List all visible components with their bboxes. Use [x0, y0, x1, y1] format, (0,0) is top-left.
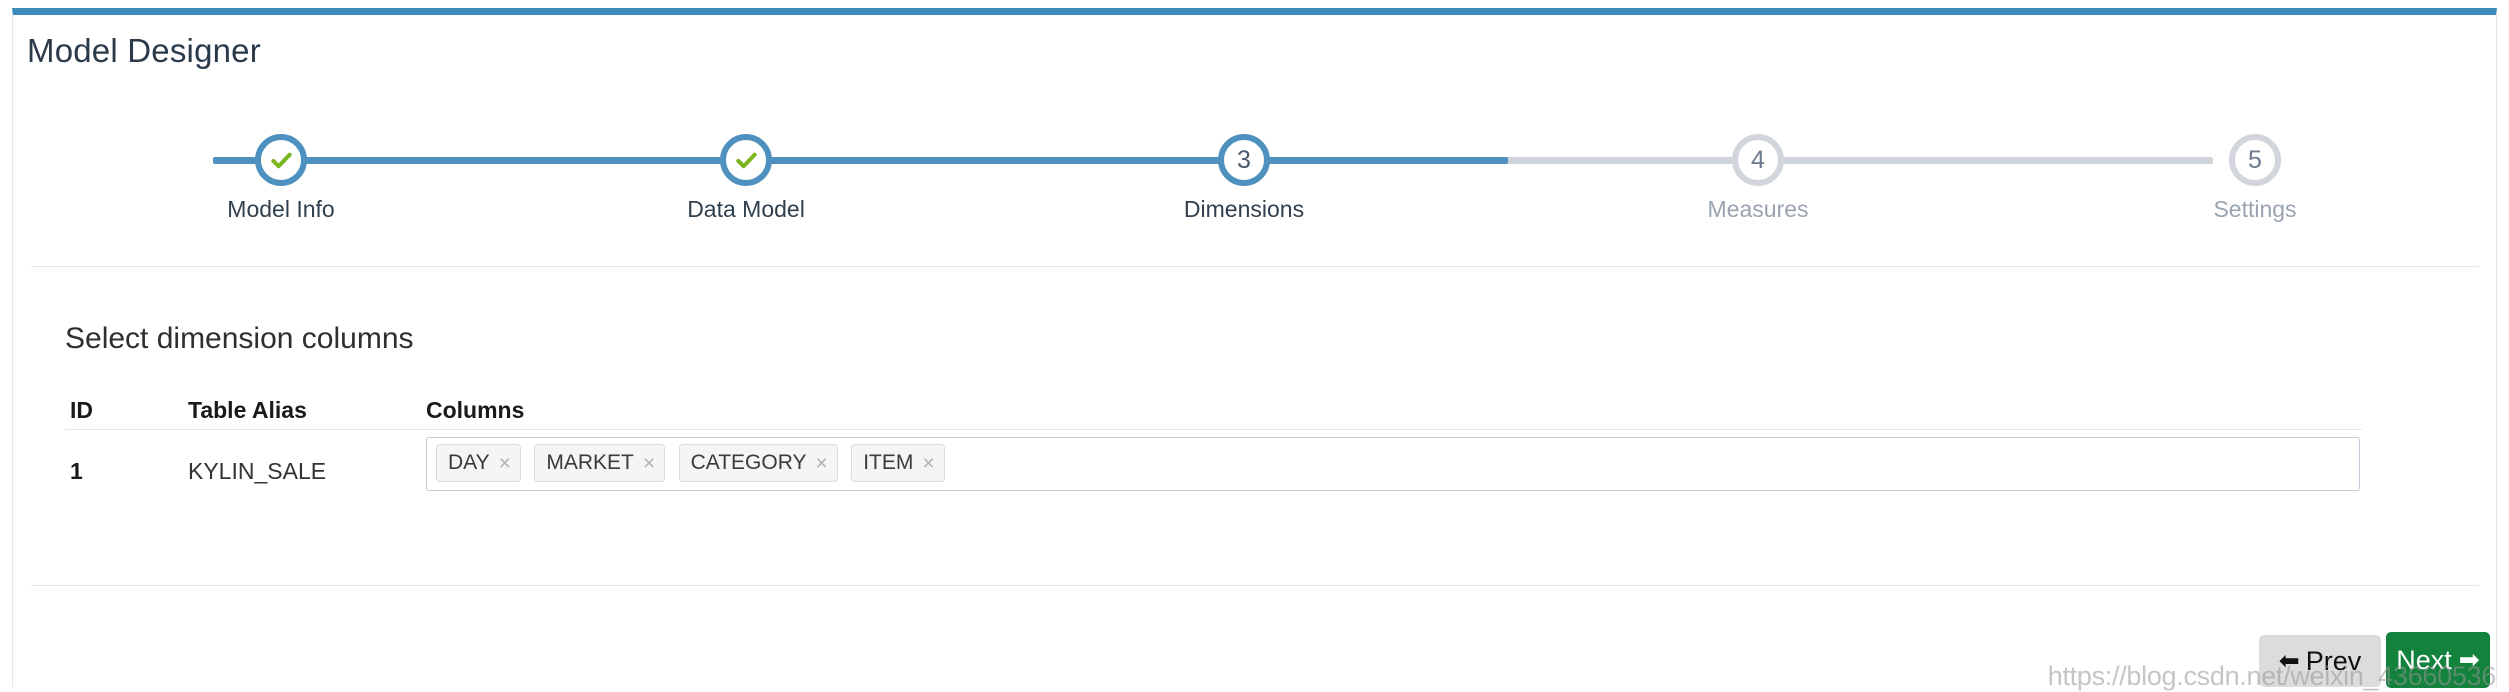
check-icon	[270, 152, 292, 168]
tag-chip[interactable]: DAY ×	[436, 444, 521, 482]
tag-chip[interactable]: ITEM ×	[851, 444, 945, 482]
step-label-3: Dimensions	[1183, 196, 1305, 222]
step-label-1: Model Info	[227, 196, 335, 222]
arrow-left-icon: ⬅	[2278, 647, 2300, 675]
arrow-right-icon: ➡	[2458, 646, 2480, 674]
cell-alias: KYLIN_SALE	[188, 458, 327, 484]
step-label-4: Measures	[1707, 196, 1809, 222]
next-button[interactable]: Next ➡	[2386, 632, 2490, 688]
page-title: Model Designer	[27, 32, 261, 69]
tag-chip[interactable]: CATEGORY ×	[678, 444, 838, 482]
footer-divider	[31, 585, 2479, 586]
tag-label: DAY	[448, 451, 490, 474]
section-title: Select dimension columns	[65, 322, 414, 355]
stepper-track-progress	[213, 157, 1508, 164]
remove-tag-icon[interactable]: ×	[499, 453, 511, 474]
prev-button-label: Prev	[2305, 645, 2362, 676]
tag-label: CATEGORY	[690, 451, 807, 474]
wizard-stepper: Model Info Data Model 3 Dimensions 4 Mea…	[13, 79, 2498, 222]
remove-tag-icon[interactable]: ×	[922, 453, 934, 474]
stepper-divider	[31, 266, 2479, 267]
step-marker-5: 5	[2229, 134, 2281, 186]
table-header-divider	[65, 429, 2362, 430]
step-marker-2	[720, 134, 772, 186]
cell-id: 1	[70, 458, 83, 484]
column-header-columns: Columns	[426, 397, 525, 423]
step-marker-1	[255, 134, 307, 186]
dimension-columns-input[interactable]: DAY × MARKET × CATEGORY × ITEM ×	[426, 437, 2360, 491]
column-header-id: ID	[70, 397, 93, 423]
step-label-2: Data Model	[687, 196, 805, 222]
prev-button[interactable]: ⬅ Prev	[2259, 635, 2381, 687]
step-marker-4: 4	[1732, 134, 1784, 186]
remove-tag-icon[interactable]: ×	[643, 453, 655, 474]
tag-label: ITEM	[863, 451, 914, 474]
step-label-5: Settings	[2213, 196, 2297, 222]
check-icon	[735, 152, 757, 168]
tag-label: MARKET	[546, 451, 634, 474]
next-button-label: Next	[2396, 644, 2452, 675]
model-designer-panel: Model Designer Model Info Data Model 3 D…	[12, 8, 2498, 691]
tag-chip[interactable]: MARKET ×	[534, 444, 666, 482]
remove-tag-icon[interactable]: ×	[816, 453, 828, 474]
step-marker-3: 3	[1218, 134, 1270, 186]
column-header-alias: Table Alias	[188, 397, 307, 423]
